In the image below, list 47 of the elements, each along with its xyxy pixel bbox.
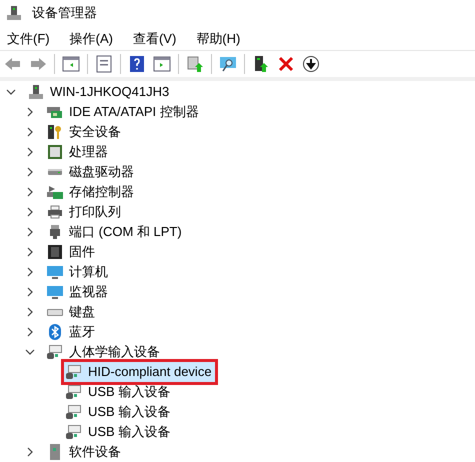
software-device-icon bbox=[47, 444, 63, 460]
menu-item[interactable]: 帮助(H) bbox=[196, 29, 240, 49]
input-device-icon bbox=[66, 384, 82, 400]
tree-item[interactable]: USB 输入设备 bbox=[64, 382, 174, 402]
tree-item[interactable]: USB 输入设备 bbox=[64, 422, 174, 442]
tree-item[interactable]: HID-compliant device bbox=[64, 362, 215, 382]
tree-item[interactable]: 蓝牙 bbox=[45, 322, 98, 342]
printer-icon bbox=[47, 204, 63, 220]
tree-item[interactable]: 处理器 bbox=[45, 142, 111, 162]
tree-item[interactable]: 计算机 bbox=[45, 262, 111, 282]
tree-item[interactable]: WIN-1JHKOQ41JH3 bbox=[26, 82, 172, 102]
tree-item[interactable]: 存储控制器 bbox=[45, 182, 137, 202]
input-device-icon bbox=[66, 424, 82, 440]
computer-icon bbox=[28, 84, 44, 100]
window-title: 设备管理器 bbox=[32, 4, 97, 22]
tree-item[interactable]: 打印队列 bbox=[45, 202, 124, 222]
tree-item[interactable]: 固件 bbox=[45, 242, 98, 262]
menu-item[interactable]: 操作(A) bbox=[70, 29, 113, 49]
input-device-icon bbox=[66, 404, 82, 420]
storage-controller-icon bbox=[47, 184, 63, 200]
port-icon bbox=[47, 224, 63, 240]
input-device-icon bbox=[66, 364, 82, 380]
tree-item[interactable]: 安全设备 bbox=[45, 122, 124, 142]
tree-item[interactable]: 软件设备 bbox=[45, 442, 124, 462]
input-device-icon bbox=[47, 344, 63, 360]
chip-icon bbox=[47, 244, 63, 260]
tree-item[interactable]: 端口 (COM 和 LPT) bbox=[45, 222, 185, 242]
tree-item[interactable]: 监视器 bbox=[45, 282, 111, 302]
tree-item[interactable]: 键盘 bbox=[45, 302, 98, 322]
app-icon bbox=[6, 5, 22, 21]
menu-item[interactable]: 文件(F) bbox=[7, 29, 50, 49]
expand-chevron-icon[interactable] bbox=[25, 447, 35, 457]
keyboard-icon bbox=[47, 308, 63, 316]
menu-item[interactable]: 查看(V) bbox=[132, 29, 176, 49]
tree-item[interactable]: USB 输入设备 bbox=[64, 402, 174, 422]
processor-icon bbox=[47, 144, 63, 160]
collapse-chevron-icon[interactable] bbox=[6, 87, 16, 97]
controller-icon bbox=[47, 104, 63, 120]
tree-item[interactable]: 磁盘驱动器 bbox=[45, 162, 137, 182]
security-icon bbox=[47, 124, 63, 140]
tree-item[interactable]: 人体学输入设备 bbox=[45, 342, 163, 362]
monitor-icon bbox=[47, 264, 63, 280]
monitor-icon bbox=[47, 284, 63, 300]
bluetooth-icon bbox=[47, 324, 63, 340]
disk-drive-icon bbox=[47, 169, 63, 175]
collapse-chevron-icon[interactable] bbox=[25, 347, 35, 357]
tree-item[interactable]: IDE ATA/ATAPI 控制器 bbox=[45, 102, 202, 122]
